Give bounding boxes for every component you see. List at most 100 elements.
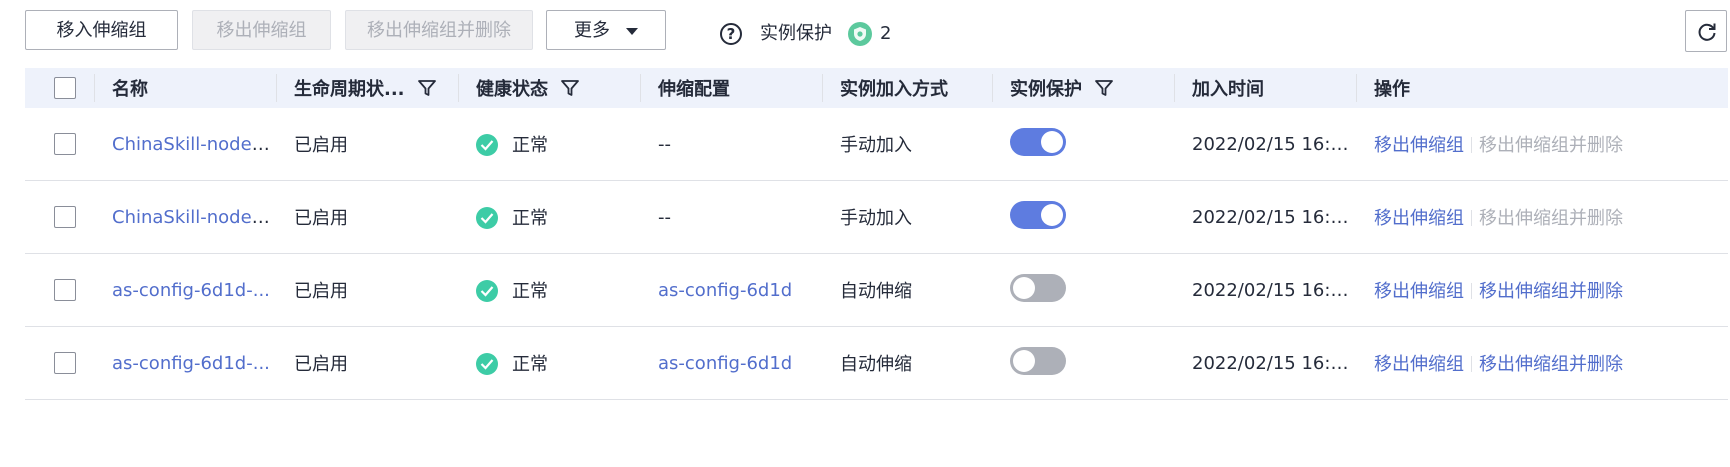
lifecycle-cell: 已启用 (277, 326, 459, 400)
move-out-link[interactable]: 移出伸缩组 (1374, 281, 1464, 302)
instance-protection-toggle[interactable] (1010, 128, 1066, 156)
join-method-cell: 自动伸缩 (823, 326, 993, 400)
lifecycle-cell: 已启用 (277, 253, 459, 327)
operations-cell: 移出伸缩组 移出伸缩组并删除 (1357, 253, 1728, 327)
more-dropdown-button[interactable]: 更多 (546, 10, 666, 50)
check-circle-icon (476, 279, 498, 302)
instance-name-cell: ChinaSkill-node1... (95, 108, 277, 181)
header-config-label: 伸缩配置 (658, 79, 730, 100)
table-row: ChinaSkill-node1... 已启用 正常 -- 手动加入 2022/02/15… (25, 180, 1728, 254)
config-cell: -- (641, 180, 823, 254)
instance-protection-label: 实例保护 (760, 23, 832, 44)
table-header-row: 名称 生命周期状... 健康状态 伸缩配置 实例加入方式 实例保护 加入时间 操… (25, 68, 1728, 108)
health-status: 正常 (512, 135, 548, 156)
refresh-icon (1698, 23, 1716, 41)
header-operations-label: 操作 (1374, 79, 1410, 100)
header-protection-label: 实例保护 (1010, 79, 1082, 100)
health-cell: 正常 (459, 253, 641, 327)
table-row: as-config-6d1d-... 已启用 正常 as-config-6d1d 自动伸… (25, 326, 1728, 400)
filter-icon[interactable] (417, 78, 437, 98)
toggle-knob (1013, 350, 1035, 372)
row-select-cell (25, 326, 95, 400)
toggle-knob (1041, 131, 1063, 153)
config-cell: as-config-6d1d (641, 326, 823, 400)
table-row: ChinaSkill-node1... 已启用 正常 -- 手动加入 2022/02/15… (25, 108, 1728, 181)
scaling-config-value[interactable]: as-config-6d1d (658, 280, 792, 301)
header-join-time-label: 加入时间 (1192, 79, 1264, 100)
header-operations: 操作 (1357, 68, 1728, 108)
instance-name-link[interactable]: as-config-6d1d-... (112, 280, 270, 301)
check-circle-icon (476, 206, 498, 229)
header-config: 伸缩配置 (641, 68, 823, 108)
scaling-config-value: -- (658, 206, 671, 228)
instance-protection-toggle[interactable] (1010, 347, 1066, 375)
header-join-method-label: 实例加入方式 (840, 79, 948, 100)
toggle-knob (1013, 277, 1035, 299)
move-out-group-button[interactable]: 移出伸缩组 (192, 10, 331, 50)
instance-name-link[interactable]: as-config-6d1d-... (112, 353, 270, 374)
row-select-cell (25, 108, 95, 181)
scaling-config-value[interactable]: as-config-6d1d (658, 353, 792, 374)
join-time-cell: 2022/02/15 16:1... (1175, 180, 1357, 254)
protection-count: 2 (880, 23, 892, 44)
health-cell: 正常 (459, 108, 641, 181)
instance-protection-toggle[interactable] (1010, 274, 1066, 302)
more-label: 更多 (574, 20, 610, 41)
operation-divider (1471, 209, 1472, 226)
refresh-button[interactable] (1685, 10, 1727, 52)
protection-cell (993, 108, 1175, 181)
join-method-cell: 手动加入 (823, 108, 993, 181)
select-all-checkbox[interactable] (54, 77, 76, 99)
move-out-delete-link[interactable]: 移出伸缩组并删除 (1479, 281, 1623, 302)
move-in-group-button[interactable]: 移入伸缩组 (25, 10, 178, 50)
table-row: as-config-6d1d-... 已启用 正常 as-config-6d1d 自动伸… (25, 253, 1728, 327)
operation-divider (1471, 136, 1472, 153)
join-method-cell: 自动伸缩 (823, 253, 993, 327)
operations-cell: 移出伸缩组 移出伸缩组并删除 (1357, 180, 1728, 254)
join-time-cell: 2022/02/15 16:1... (1175, 108, 1357, 181)
operations-cell: 移出伸缩组 移出伸缩组并删除 (1357, 108, 1728, 181)
operation-divider (1471, 355, 1472, 372)
join-time-cell: 2022/02/15 16:0... (1175, 326, 1357, 400)
check-circle-icon (476, 352, 498, 375)
row-select-cell (25, 180, 95, 254)
config-cell: -- (641, 108, 823, 181)
move-out-delete-link[interactable]: 移出伸缩组并删除 (1479, 135, 1623, 156)
toggle-knob (1041, 204, 1063, 226)
operation-divider (1471, 282, 1472, 299)
move-out-delete-button[interactable]: 移出伸缩组并删除 (345, 10, 533, 50)
row-checkbox[interactable] (54, 206, 76, 228)
instance-name-cell: as-config-6d1d-... (95, 326, 277, 400)
move-out-link[interactable]: 移出伸缩组 (1374, 135, 1464, 156)
move-out-link[interactable]: 移出伸缩组 (1374, 354, 1464, 375)
row-checkbox[interactable] (54, 279, 76, 301)
filter-icon[interactable] (560, 78, 580, 98)
move-out-delete-link[interactable]: 移出伸缩组并删除 (1479, 208, 1623, 229)
protection-cell (993, 253, 1175, 327)
health-status: 正常 (512, 208, 548, 229)
health-status: 正常 (512, 281, 548, 302)
move-out-delete-link[interactable]: 移出伸缩组并删除 (1479, 354, 1623, 375)
check-circle-icon (476, 133, 498, 156)
filter-icon[interactable] (1094, 78, 1114, 98)
move-out-link[interactable]: 移出伸缩组 (1374, 208, 1464, 229)
chevron-down-icon (626, 27, 638, 35)
instance-name-link[interactable]: ChinaSkill-node1... (112, 134, 277, 155)
protection-cell (993, 180, 1175, 254)
header-protection: 实例保护 (993, 68, 1175, 108)
row-checkbox[interactable] (54, 133, 76, 155)
toolbar: 移入伸缩组 移出伸缩组 移出伸缩组并删除 更多 ? 实例保护 2 (25, 10, 1730, 52)
shield-icon (848, 22, 872, 46)
question-circle-icon[interactable]: ? (720, 23, 742, 45)
header-name-label: 名称 (112, 79, 148, 100)
join-time-cell: 2022/02/15 16:0... (1175, 253, 1357, 327)
instance-name-link[interactable]: ChinaSkill-node1... (112, 207, 277, 228)
instance-table: 名称 生命周期状... 健康状态 伸缩配置 实例加入方式 实例保护 加入时间 操… (25, 68, 1728, 400)
health-cell: 正常 (459, 326, 641, 400)
operations-cell: 移出伸缩组 移出伸缩组并删除 (1357, 326, 1728, 400)
instance-protection-toggle[interactable] (1010, 201, 1066, 229)
row-checkbox[interactable] (54, 352, 76, 374)
header-join-method: 实例加入方式 (823, 68, 993, 108)
header-select-all (25, 68, 95, 108)
instance-name-cell: as-config-6d1d-... (95, 253, 277, 327)
